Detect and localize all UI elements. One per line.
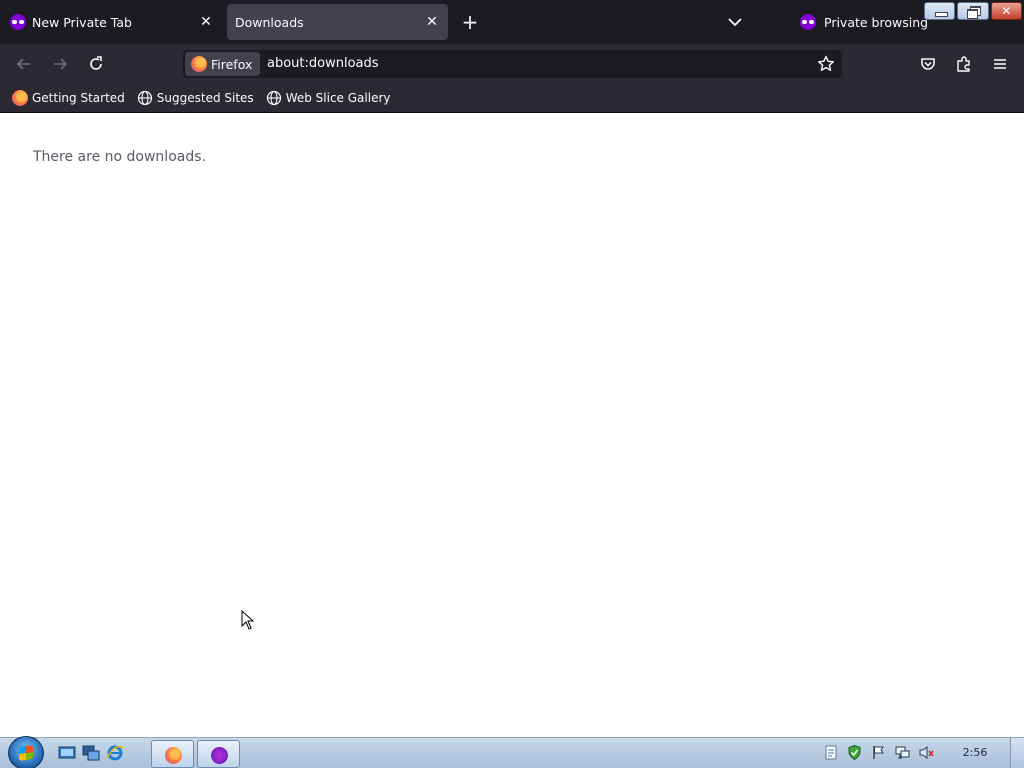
switch-windows-icon[interactable] — [82, 745, 100, 761]
document-icon[interactable] — [822, 744, 839, 761]
forward-icon[interactable] — [50, 54, 70, 74]
identity-label: Firefox — [211, 56, 253, 72]
taskbar-firefox-private-button[interactable] — [197, 740, 240, 768]
internet-explorer-icon[interactable] — [106, 745, 124, 761]
navigation-toolbar: Firefox about:downloads — [0, 44, 1024, 84]
start-button[interactable] — [8, 736, 44, 768]
firefox-icon — [12, 90, 28, 106]
firefox-icon — [165, 747, 182, 764]
network-icon[interactable] — [894, 744, 911, 761]
taskbar-firefox-button[interactable] — [151, 740, 194, 768]
security-shield-icon[interactable] — [846, 744, 863, 761]
window-caption-buttons — [924, 2, 1022, 20]
bookmarks-toolbar: Getting Started Suggested Sites Web Slic… — [0, 84, 1024, 113]
tab-strip: New Private Tab ✕ Downloads ✕ + Private … — [0, 0, 1024, 44]
taskbar-clock[interactable]: 2:56 — [955, 746, 995, 759]
back-icon[interactable] — [14, 54, 34, 74]
taskbar: 2:56 — [0, 736, 1024, 768]
list-all-tabs-icon[interactable] — [726, 14, 744, 30]
system-tray — [822, 744, 935, 761]
minimize-button[interactable] — [924, 2, 956, 20]
bookmark-suggested-sites[interactable]: Suggested Sites — [137, 90, 254, 106]
no-downloads-message: There are no downloads. — [33, 149, 206, 165]
tab-label: Downloads — [235, 14, 304, 30]
bookmark-getting-started[interactable]: Getting Started — [12, 90, 125, 106]
private-mask-icon — [800, 14, 816, 30]
show-desktop-button[interactable] — [1010, 738, 1024, 768]
globe-icon — [266, 90, 281, 106]
bookmark-web-slice-gallery[interactable]: Web Slice Gallery — [266, 90, 391, 106]
identity-box[interactable]: Firefox — [185, 52, 261, 76]
bookmark-label: Getting Started — [32, 91, 125, 105]
mouse-cursor-icon — [241, 610, 255, 630]
bookmark-label: Suggested Sites — [156, 91, 254, 105]
tab-label: New Private Tab — [32, 14, 132, 30]
downloads-page: There are no downloads. — [0, 113, 1024, 737]
close-tab-icon[interactable]: ✕ — [198, 14, 214, 30]
private-browsing-label: Private browsing — [824, 14, 929, 30]
tab-downloads[interactable]: Downloads ✕ — [227, 4, 448, 40]
private-mask-icon — [10, 14, 26, 30]
extensions-icon[interactable] — [954, 54, 974, 74]
volume-muted-icon[interactable] — [918, 744, 935, 761]
reload-icon[interactable] — [86, 54, 106, 74]
bookmark-star-icon[interactable] — [816, 54, 836, 74]
action-center-flag-icon[interactable] — [870, 744, 887, 761]
private-browsing-indicator: Private browsing — [800, 12, 928, 32]
restore-button[interactable] — [957, 2, 989, 20]
globe-icon — [137, 90, 152, 106]
tab-new-private-tab[interactable]: New Private Tab ✕ — [4, 4, 222, 40]
address-bar[interactable]: Firefox about:downloads — [183, 50, 842, 78]
url-input[interactable]: about:downloads — [267, 56, 379, 71]
menu-icon[interactable] — [990, 54, 1010, 74]
show-desktop-icon[interactable] — [58, 745, 76, 761]
close-window-button[interactable] — [990, 2, 1022, 20]
pocket-icon[interactable] — [918, 54, 938, 74]
bookmark-label: Web Slice Gallery — [285, 91, 391, 105]
firefox-icon — [191, 56, 207, 72]
close-tab-icon[interactable]: ✕ — [424, 14, 440, 30]
firefox-private-icon — [211, 747, 228, 764]
new-tab-button[interactable]: + — [460, 12, 480, 32]
